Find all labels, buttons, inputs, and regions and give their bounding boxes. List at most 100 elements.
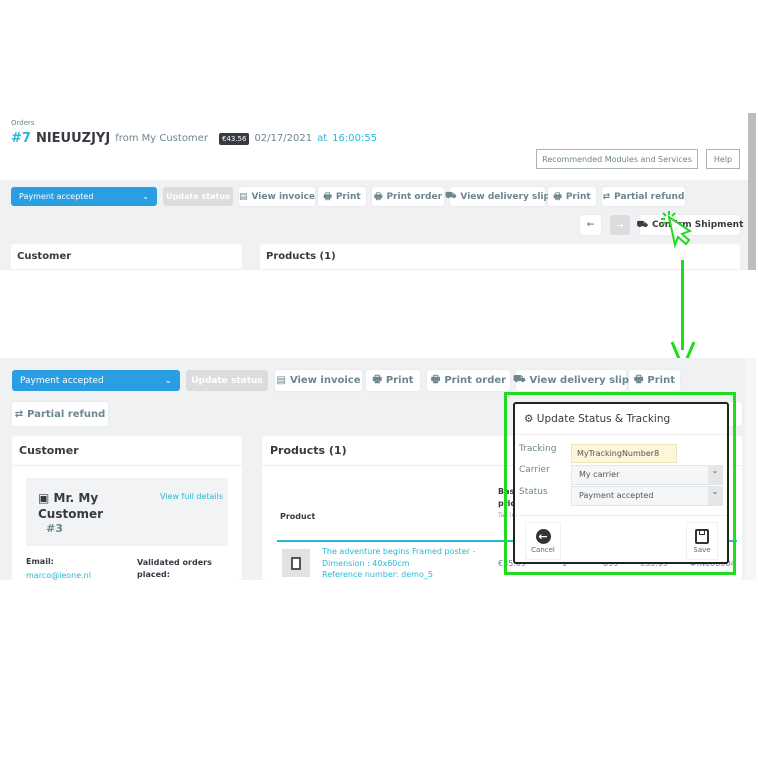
arrow-circle-left-icon: ← [535,528,551,544]
at-label: at [317,133,328,144]
print-icon: 🖶 [553,191,562,202]
truck-icon: ⛟ [636,219,648,230]
scrollbar[interactable] [745,358,756,580]
label: View invoice [251,191,316,202]
dialog-title: ⚙ Update Status & Tracking [524,413,670,425]
customer-card-title: Customer [11,244,242,270]
exchange-icon: ⇄ [602,191,611,202]
scrollbar[interactable] [748,113,756,270]
update-status-dialog: ⚙ Update Status & Tracking Tracking MyTr… [513,402,729,564]
status-select[interactable]: Payment accepted ⌄ [11,187,157,206]
print-delivery-button[interactable]: 🖶 Print [548,187,596,206]
label: View invoice [289,375,361,386]
total-badge: €43.56 [218,132,250,145]
print-icon: 🖶 [373,191,383,202]
product-image [282,549,310,577]
label: Partial refund [27,408,106,420]
tracking-input[interactable]: MyTrackingNumber8 [571,444,677,463]
print-button[interactable]: 🖶 Print [366,370,420,391]
print-icon: 🖶 [633,374,644,385]
print-delivery-button[interactable]: 🖶 Print [629,370,680,391]
cursor-click-icon [661,211,693,249]
save-icon [695,528,709,544]
status-select[interactable]: Payment accepted ⌄ [571,486,723,506]
status-select-value: Payment accepted [20,375,104,386]
value: My carrier [579,470,620,479]
breadcrumb[interactable]: Orders [11,119,35,127]
partial-refund-button[interactable]: ⇄ Partial refund [602,187,685,206]
view-delivery-slip-button[interactable]: ⛟ View delivery slip [445,187,550,206]
partial-refund-button[interactable]: ⇄ Partial refund [12,402,108,426]
chevron-down-icon: ⌄ [708,487,722,505]
previous-order-button[interactable]: ← [580,215,601,235]
customer-id: #3 [46,522,63,535]
order-number: #7 [11,131,31,146]
save-button[interactable]: Save [686,522,718,560]
label: Print [647,375,676,386]
arrow-left-icon: ← [586,220,595,230]
truck-icon: ⛟ [445,191,457,201]
label: Print [565,191,591,202]
print-icon: 🖶 [323,191,332,202]
customer-card: Customer ▣ Mr. My Customer #3 View full … [12,436,242,580]
value: Payment accepted [579,491,654,500]
recommended-modules-button[interactable]: Recommended Modules and Services [536,149,698,169]
status-select-value: Payment accepted [19,192,94,201]
print-icon: 🖶 [430,374,441,385]
label: Print [335,191,361,202]
print-order-button[interactable]: 🖶 Print order [372,187,444,206]
chevron-down-icon: ⌄ [142,192,149,201]
customer-card: Customer [11,244,242,270]
customer-name: ▣ Mr. My Customer [38,490,148,522]
title: Update Status & Tracking [536,413,671,425]
order-date: 02/17/2021 [254,133,313,144]
poster-icon [291,556,301,570]
view-full-details-link[interactable]: View full details [160,492,223,501]
dialog-footer-divider [515,515,727,516]
file-icon: ▤ [276,375,286,386]
page-title: #7 NIEUUZJYJ from My Customer €43.56 02/… [11,131,377,146]
help-button[interactable]: Help [706,149,740,169]
view-invoice-button[interactable]: ▤ View invoice [239,187,315,206]
carrier-select[interactable]: My carrier ⌄ [571,465,723,485]
label: Cancel [531,545,555,554]
label: Save [693,545,711,554]
print-button[interactable]: 🖶 Print [318,187,366,206]
chevron-down-icon: ⌄ [164,375,172,386]
product-reference: Reference number: demo_5 [322,570,433,579]
tracking-label: Tracking [519,444,557,454]
col-product: Product [280,512,316,521]
update-status-button[interactable]: Update status [186,370,268,391]
label: Print order [386,191,443,202]
next-order-button[interactable]: → [610,215,630,235]
status-select[interactable]: Payment accepted ⌄ [12,370,180,391]
status-label: Status [519,487,548,497]
label: View delivery slip [529,375,630,386]
order-ref: NIEUUZJYJ [35,131,111,146]
view-invoice-button[interactable]: ▤ View invoice [275,370,362,391]
view-delivery-slip-button[interactable]: ⛟ View delivery slip [512,370,629,391]
arrow-line [681,260,684,350]
label: View delivery slip [460,191,550,202]
dialog-divider [515,434,727,435]
label: Print [385,375,414,386]
carrier-label: Carrier [519,465,550,475]
email-label: Email: [26,557,54,566]
exchange-icon: ⇄ [14,408,24,420]
label: Print order [444,375,507,386]
email-link[interactable]: marco@leone.nl [26,571,91,580]
update-status-button[interactable]: Update status [163,187,233,206]
customer-card-title: Customer [12,436,242,466]
truck-icon: ⛟ [512,374,526,385]
top-screenshot: Orders #7 NIEUUZJYJ from My Customer €43… [0,113,756,270]
arrow-right-icon: → [616,220,624,230]
print-icon: 🖶 [372,374,382,385]
label: Partial refund [614,191,685,202]
cancel-button[interactable]: ← Cancel [525,522,561,560]
product-name-link[interactable]: The adventure begins Framed poster - Dim… [322,546,487,570]
validated-orders-label: Validated orders placed: [137,558,212,579]
customer-box: ▣ Mr. My Customer #3 View full details [26,478,228,546]
file-icon: ▤ [238,191,248,202]
order-time: 16:00:55 [332,133,378,144]
print-order-button[interactable]: 🖶 Print order [427,370,510,391]
